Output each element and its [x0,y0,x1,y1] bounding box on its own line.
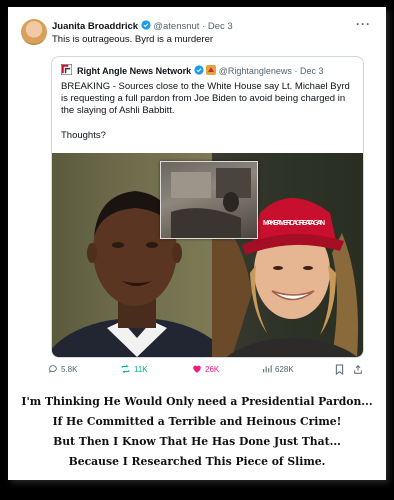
quote-media[interactable]: MAKE AMERICA GREAT AGAIN [52,153,363,357]
quote-thoughts: Thoughts? [61,130,106,141]
photo-inset [160,161,258,239]
caption-line-1: I'm Thinking He Would Only need a Presid… [21,395,373,408]
more-options-icon[interactable]: ··· [356,17,371,31]
repost-icon [121,364,130,374]
bookmark-icon [335,364,344,375]
quote-author-name[interactable]: Right Angle News Network [77,66,191,76]
author-handle[interactable]: @atensnut [153,21,199,32]
hat-text: MAKE AMERICA GREAT AGAIN [263,220,325,227]
author-name[interactable]: Juanita Broaddrick [52,21,138,32]
tweet-text: This is outrageous. Byrd is a murderer [52,34,214,45]
meme-card: Juanita Broaddrick @atensnut · Dec 3 ···… [8,7,386,480]
view-count: 628K [275,364,294,374]
heart-icon [193,365,201,373]
verified-badge-icon [194,65,204,75]
reply-count: 5.8K [61,364,78,374]
quote-author-handle[interactable]: @Rightanglenews [219,66,292,76]
share-icon [354,365,362,374]
quote-header: Right Angle News Network @Rightanglenews… [77,65,323,76]
caption-line-3: But Then I Know That He Has Done Just Th… [53,435,341,448]
tweet-header: Juanita Broaddrick @atensnut · Dec 3 [52,20,233,32]
views-icon [263,365,272,373]
like-button[interactable]: 26K [192,364,219,374]
dot-separator: · [202,21,206,32]
avatar[interactable] [21,19,47,45]
quote-date[interactable]: Dec 3 [300,66,324,76]
like-count: 26K [205,364,220,374]
quoted-tweet[interactable]: Right Angle News Network @Rightanglenews… [51,56,364,358]
meme-caption: I'm Thinking He Would Only need a Presid… [8,392,386,472]
repost-count: 11K [134,364,148,374]
bookmark-button[interactable] [335,364,344,375]
share-button[interactable] [353,364,363,375]
action-bar: 5.8K 11K 26K 628K [48,364,368,378]
reply-button[interactable]: 5.8K [48,364,77,374]
reply-icon [49,365,57,373]
quote-body: BREAKING - Sources close to the White Ho… [61,81,350,116]
tweet-date[interactable]: Dec 3 [208,21,233,32]
views-button[interactable]: 628K [262,364,294,374]
verified-badge-icon [141,20,151,30]
dot-separator: · [294,66,298,76]
caption-line-2: If He Committed a Terrible and Heinous C… [52,415,342,428]
repost-button[interactable]: 11K [120,364,148,374]
right-angle-logo-icon [61,64,72,75]
affiliate-badge-icon [206,65,217,75]
caption-line-4: Because I Researched This Piece of Slime… [68,455,326,468]
